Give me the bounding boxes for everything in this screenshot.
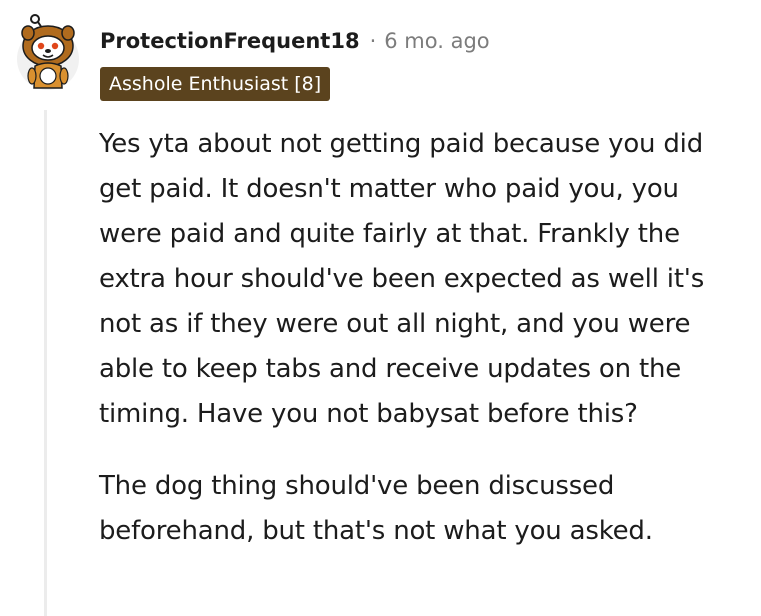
comment-meta: ProtectionFrequent18 · 6 mo. ago bbox=[100, 27, 490, 55]
thread-collapse-line[interactable] bbox=[44, 110, 47, 616]
timestamp-link[interactable]: 6 mo. ago bbox=[384, 29, 489, 53]
comment-paragraph: The dog thing should've been discussed b… bbox=[99, 471, 653, 546]
user-avatar[interactable] bbox=[14, 14, 82, 92]
user-flair: Asshole Enthusiast [8] bbox=[100, 67, 331, 101]
username-link[interactable]: ProtectionFrequent18 bbox=[100, 29, 360, 53]
avatar-icon bbox=[17, 14, 79, 90]
meta-separator: · bbox=[369, 29, 377, 53]
comment-paragraph: Yes yta about not getting paid because y… bbox=[99, 129, 705, 429]
comment: ProtectionFrequent18 · 6 mo. ago Asshole… bbox=[0, 0, 761, 616]
comment-body: Yes yta about not getting paid because y… bbox=[99, 122, 749, 554]
